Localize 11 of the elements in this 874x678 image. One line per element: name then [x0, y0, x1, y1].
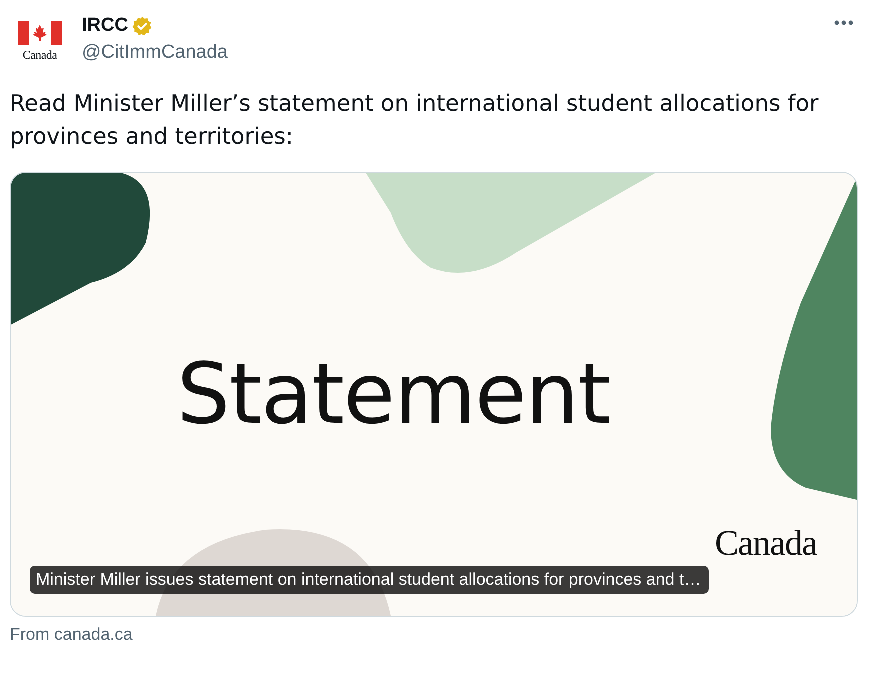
flag-icon [18, 21, 62, 45]
avatar-wordmark: Canada [22, 48, 58, 63]
image-title: Statement [177, 345, 610, 443]
account-name[interactable]: IRCC [82, 15, 128, 37]
account-handle[interactable]: @CitImmCanada [82, 42, 830, 64]
card-source[interactable]: From canada.ca [10, 625, 133, 645]
avatar[interactable]: Canada [16, 18, 64, 66]
link-card[interactable]: Statement Minister Miller issues statement on international student allocations for provinces and t… Canada [10, 172, 858, 617]
tweet-text: Read Minister Miller’s statement on international student allocations for provinces and territories: [10, 90, 820, 152]
image-wordmark: Canada [715, 523, 817, 563]
card-caption: Minister Miller issues statement on international student allocations for provinces and t… [30, 566, 710, 594]
